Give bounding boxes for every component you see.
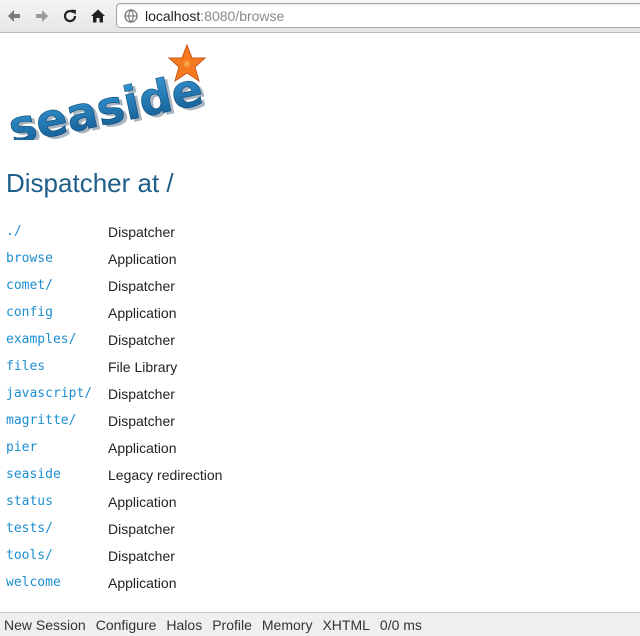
forward-arrow-icon: [36, 10, 48, 22]
entry-link[interactable]: browse: [6, 251, 108, 266]
url-text: localhost:8080/browse: [145, 8, 284, 24]
toolbar-link-configure[interactable]: Configure: [96, 617, 157, 633]
dispatcher-entries: ./Dispatcher browse Application comet/Dispa…: [6, 218, 222, 596]
entry-type: Legacy redirection: [108, 466, 223, 483]
entry-row: welcome Application: [6, 569, 222, 596]
entry-type: Dispatcher: [108, 277, 175, 294]
entry-type: Dispatcher: [108, 385, 175, 402]
entry-type: Application: [108, 439, 177, 456]
back-button[interactable]: [4, 6, 24, 26]
entry-row: tests/Dispatcher: [6, 515, 222, 542]
entry-row: ./Dispatcher: [6, 218, 222, 245]
url-path: :8080/browse: [200, 8, 285, 24]
entry-link[interactable]: pier: [6, 440, 108, 455]
entry-row: tools/Dispatcher: [6, 542, 222, 569]
entry-link[interactable]: status: [6, 494, 108, 509]
entry-type: Application: [108, 250, 177, 267]
entry-type: Dispatcher: [108, 412, 175, 429]
entry-link[interactable]: welcome: [6, 575, 108, 590]
entry-link[interactable]: magritte/: [6, 413, 108, 428]
seaside-toolbar: New Session Configure Halos Profile Memory XH…: [0, 612, 640, 636]
entry-row: config Application: [6, 299, 222, 326]
toolbar-link-halos[interactable]: Halos: [166, 617, 202, 633]
entry-row: magritte/Dispatcher: [6, 407, 222, 434]
entry-row: browse Application: [6, 245, 222, 272]
entry-type: Application: [108, 574, 177, 591]
entry-type: Application: [108, 304, 177, 321]
entry-type: Dispatcher: [108, 223, 175, 240]
entry-type: Dispatcher: [108, 331, 175, 348]
entry-type: Application: [108, 493, 177, 510]
toolbar-link-memory[interactable]: Memory: [262, 617, 313, 633]
entry-row: pier Application: [6, 434, 222, 461]
page-title: Dispatcher at /: [6, 168, 174, 198]
toolbar-link-profile[interactable]: Profile: [212, 617, 252, 633]
toolbar-link-new-session[interactable]: New Session: [4, 617, 86, 633]
entry-row: seaside Legacy redirection: [6, 461, 222, 488]
render-timing: 0/0 ms: [379, 616, 422, 633]
home-button[interactable]: [88, 6, 108, 26]
address-bar[interactable]: localhost:8080/browse: [116, 3, 640, 28]
entry-row: files File Library: [6, 353, 222, 380]
entry-link[interactable]: seaside: [6, 467, 108, 482]
entry-row: examples/Dispatcher: [6, 326, 222, 353]
entry-link[interactable]: comet/: [6, 278, 108, 293]
entry-link[interactable]: files: [6, 359, 108, 374]
entry-row: javascript/Dispatcher: [6, 380, 222, 407]
entry-type: Dispatcher: [108, 547, 175, 564]
entry-type: Dispatcher: [108, 520, 175, 537]
home-icon: [91, 9, 105, 23]
entry-link[interactable]: tests/: [6, 521, 108, 536]
seaside-logo[interactable]: seaside seaside: [3, 40, 211, 158]
browser-toolbar: localhost:8080/browse: [0, 0, 640, 33]
entry-type: File Library: [108, 358, 178, 375]
forward-button[interactable]: [32, 6, 52, 26]
entry-link[interactable]: javascript/: [6, 386, 108, 401]
reload-icon: [63, 9, 77, 23]
entry-row: status Application: [6, 488, 222, 515]
entry-link[interactable]: config: [6, 305, 108, 320]
back-arrow-icon: [8, 10, 20, 22]
entry-link[interactable]: ./: [6, 224, 108, 239]
reload-button[interactable]: [60, 6, 80, 26]
entry-link[interactable]: examples/: [6, 332, 108, 347]
entry-link[interactable]: tools/: [6, 548, 108, 563]
toolbar-link-xhtml[interactable]: XHTML: [322, 617, 369, 633]
globe-icon: [124, 9, 138, 23]
entry-row: comet/Dispatcher: [6, 272, 222, 299]
url-host: localhost: [145, 8, 201, 24]
